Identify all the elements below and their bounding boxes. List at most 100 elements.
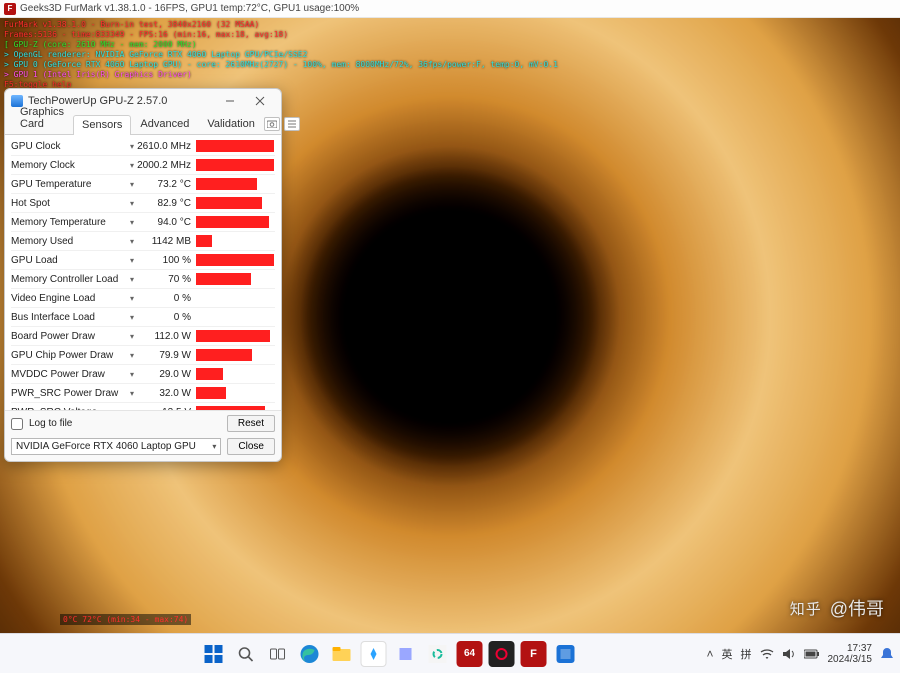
chevron-down-icon[interactable]: ▾ <box>127 180 137 189</box>
notifications-icon[interactable] <box>880 647 894 661</box>
watermark: 知乎 @伟哥 <box>790 595 884 621</box>
osd-line-6: > GPU 1 (Intel Iris(R) Graphics Driver) <box>4 70 192 80</box>
sensor-row[interactable]: PWR_SRC Voltage▾13.5 V <box>11 403 275 410</box>
chevron-down-icon[interactable]: ▾ <box>127 370 137 379</box>
close-button[interactable] <box>245 91 275 111</box>
sensor-row[interactable]: GPU Temperature▾73.2 °C <box>11 175 275 194</box>
sensor-label: GPU Load <box>11 255 127 266</box>
sensor-value: 1142 MB <box>137 236 195 247</box>
sensor-value: 2000.2 MHz <box>137 160 195 171</box>
tray-chevron-icon[interactable]: ˄ <box>706 647 713 661</box>
sensor-bar <box>195 348 275 362</box>
chevron-down-icon[interactable]: ▾ <box>127 256 137 265</box>
sensor-label: Memory Used <box>11 236 127 247</box>
taskbar: 64 F ˄ 英 拼 17:37 2024/3/15 <box>0 633 900 673</box>
app-icon-2[interactable] <box>393 641 419 667</box>
furmark-title: Geeks3D FurMark v1.38.1.0 - 16FPS, GPU1 … <box>20 3 359 14</box>
sensor-label: Memory Clock <box>11 160 127 171</box>
sensor-bar <box>195 272 275 286</box>
sensor-row[interactable]: Memory Clock▾2000.2 MHz <box>11 156 275 175</box>
reset-button[interactable]: Reset <box>227 415 275 432</box>
sensor-row[interactable]: Video Engine Load▾0 % <box>11 289 275 308</box>
tray-date: 2024/3/15 <box>828 654 873 665</box>
sensor-row[interactable]: GPU Chip Power Draw▾79.9 W <box>11 346 275 365</box>
sensor-label: Hot Spot <box>11 198 127 209</box>
chevron-down-icon[interactable]: ▾ <box>127 389 137 398</box>
sensor-row[interactable]: PWR_SRC Power Draw▾32.0 W <box>11 384 275 403</box>
tab-graphics-card[interactable]: Graphics Card <box>11 102 73 134</box>
chevron-down-icon[interactable]: ▾ <box>127 275 137 284</box>
search-icon[interactable] <box>233 641 259 667</box>
sensor-value: 29.0 W <box>137 369 195 380</box>
sensor-row[interactable]: Hot Spot▾82.9 °C <box>11 194 275 213</box>
chevron-down-icon[interactable]: ▾ <box>127 161 137 170</box>
edge-icon[interactable] <box>297 641 323 667</box>
sensor-value: 32.0 W <box>137 388 195 399</box>
close-button-footer[interactable]: Close <box>227 438 275 455</box>
sensor-bar <box>195 215 275 229</box>
start-button[interactable] <box>201 641 227 667</box>
sensor-bar <box>195 310 275 324</box>
chevron-down-icon[interactable]: ▾ <box>127 218 137 227</box>
chevron-down-icon[interactable]: ▾ <box>127 313 137 322</box>
sensor-bar <box>195 177 275 191</box>
furmark-titlebar: F Geeks3D FurMark v1.38.1.0 - 16FPS, GPU… <box>0 0 900 18</box>
gpuz-window: TechPowerUp GPU-Z 2.57.0 Graphics Card S… <box>4 88 282 462</box>
menu-button[interactable] <box>284 117 300 131</box>
sensor-row[interactable]: Board Power Draw▾112.0 W <box>11 327 275 346</box>
sensor-label: GPU Temperature <box>11 179 127 190</box>
sensor-row[interactable]: Memory Used▾1142 MB <box>11 232 275 251</box>
sensor-label: Bus Interface Load <box>11 312 127 323</box>
chevron-down-icon[interactable]: ▾ <box>127 237 137 246</box>
ime-mode[interactable]: 拼 <box>741 646 752 662</box>
wifi-icon[interactable] <box>760 648 774 660</box>
app-icon-1[interactable] <box>361 641 387 667</box>
volume-icon[interactable] <box>782 648 796 660</box>
osd-line-2: Frames:5136 - time:833349 - FPS:16 (min:… <box>4 30 288 40</box>
tab-sensors[interactable]: Sensors <box>73 115 131 135</box>
sensor-row[interactable]: MVDDC Power Draw▾29.0 W <box>11 365 275 384</box>
sensor-row[interactable]: Memory Controller Load▾70 % <box>11 270 275 289</box>
log-to-file-checkbox[interactable] <box>11 418 23 430</box>
osd-line-4: > OpenGL renderer: NVIDIA GeForce RTX 40… <box>4 50 307 60</box>
sensor-bar <box>195 139 275 153</box>
sensor-bar <box>195 234 275 248</box>
screenshot-button[interactable] <box>264 117 280 131</box>
sensor-label: MVDDC Power Draw <box>11 369 127 380</box>
sensor-value: 2610.0 MHz <box>137 141 195 152</box>
app-icon-64[interactable]: 64 <box>457 641 483 667</box>
sensor-value: 0 % <box>137 312 195 323</box>
ime-lang[interactable]: 英 <box>722 646 733 662</box>
chevron-down-icon[interactable]: ▾ <box>127 142 137 151</box>
sensor-value: 79.9 W <box>137 350 195 361</box>
app-icon-4[interactable] <box>489 641 515 667</box>
sensor-row[interactable]: Memory Temperature▾94.0 °C <box>11 213 275 232</box>
gpu-select-dropdown[interactable]: NVIDIA GeForce RTX 4060 Laptop GPU ▾ <box>11 438 221 455</box>
file-explorer-icon[interactable] <box>329 641 355 667</box>
tray-clock[interactable]: 17:37 2024/3/15 <box>828 643 873 665</box>
chevron-down-icon[interactable]: ▾ <box>127 332 137 341</box>
furmark-taskbar-icon[interactable]: F <box>521 641 547 667</box>
battery-icon[interactable] <box>804 649 820 659</box>
sensor-row[interactable]: GPU Load▾100 % <box>11 251 275 270</box>
system-tray: ˄ 英 拼 17:37 2024/3/15 <box>706 643 894 665</box>
task-view-icon[interactable] <box>265 641 291 667</box>
tab-validation[interactable]: Validation <box>198 114 264 134</box>
minimize-button[interactable] <box>215 91 245 111</box>
chevron-down-icon[interactable]: ▾ <box>127 199 137 208</box>
sensor-label: Video Engine Load <box>11 293 127 304</box>
tab-advanced[interactable]: Advanced <box>131 114 198 134</box>
chevron-down-icon[interactable]: ▾ <box>127 294 137 303</box>
taskbar-center: 64 F <box>201 641 579 667</box>
sensor-row[interactable]: Bus Interface Load▾0 % <box>11 308 275 327</box>
sensor-value: 100 % <box>137 255 195 266</box>
gpuz-taskbar-icon[interactable] <box>553 641 579 667</box>
sensor-bar <box>195 329 275 343</box>
chevron-down-icon: ▾ <box>212 442 216 451</box>
chevron-down-icon[interactable]: ▾ <box>127 351 137 360</box>
gpuz-footer: Log to file Reset <box>5 410 281 438</box>
app-icon-3[interactable] <box>425 641 451 667</box>
sensor-value: 112.0 W <box>137 331 195 342</box>
sensor-row[interactable]: GPU Clock▾2610.0 MHz <box>11 137 275 156</box>
sensor-bar <box>195 386 275 400</box>
